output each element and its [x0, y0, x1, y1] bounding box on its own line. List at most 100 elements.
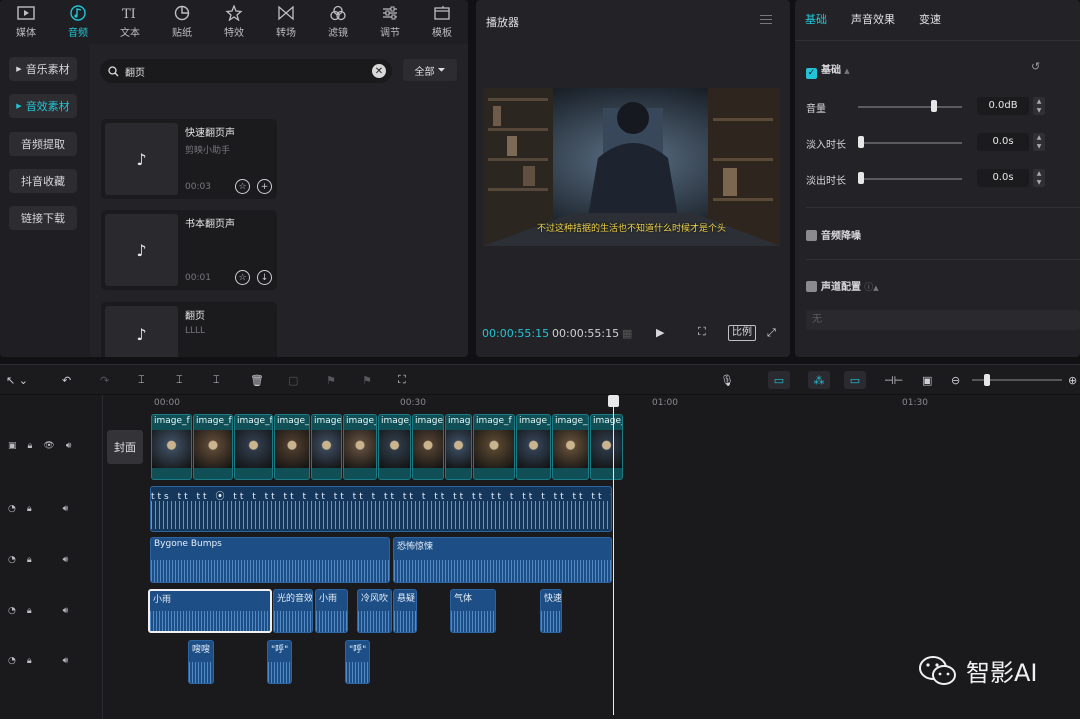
- select-tool-icon[interactable]: ↖ ⌄: [6, 371, 28, 389]
- list-item[interactable]: ♪ 书本翻页声 00:01 ☆ ↓: [101, 210, 277, 290]
- volume-stepper[interactable]: ▲ ▼: [1033, 97, 1045, 115]
- video-clip[interactable]: image_f: [151, 414, 192, 480]
- favorite-star-icon[interactable]: ☆: [235, 270, 250, 285]
- category-douyin[interactable]: 抖音收藏: [9, 169, 77, 193]
- tts-track-clips[interactable]: tts tt tt ⦿ tt t tt tt t tt tt tt t tt t…: [150, 486, 612, 532]
- fade-in-slider[interactable]: [858, 142, 962, 144]
- split-left-icon[interactable]: ⌶: [176, 371, 183, 389]
- category-music[interactable]: ▶ 音乐素材: [9, 57, 77, 81]
- video-clip[interactable]: image_f: [590, 414, 623, 480]
- sfx-clip[interactable]: 小雨: [148, 589, 272, 633]
- speaker-icon[interactable]: 🔊︎: [63, 504, 69, 514]
- help-icon[interactable]: ⓘ: [864, 283, 873, 293]
- lock-icon[interactable]: 🔒︎: [27, 555, 32, 565]
- fade-in-input[interactable]: 0.0s: [977, 133, 1029, 151]
- voice-clip[interactable]: 嗖嗖: [188, 640, 214, 684]
- auto-snap-icon[interactable]: ⁂: [808, 371, 830, 389]
- marker-icon[interactable]: ⚑: [326, 371, 336, 389]
- lock-icon[interactable]: 🔒︎: [27, 504, 32, 514]
- fade-out-slider-handle[interactable]: [858, 172, 864, 184]
- download-icon[interactable]: ↓: [257, 270, 272, 285]
- fade-in-slider-handle[interactable]: [858, 136, 864, 148]
- voice-clip[interactable]: "呼": [267, 640, 292, 684]
- tab-sound-effects[interactable]: 声音效果: [851, 0, 895, 40]
- reset-icon[interactable]: ↺: [1031, 60, 1040, 73]
- voice-clip[interactable]: "呼": [345, 640, 370, 684]
- expand-icon[interactable]: ⤢: [767, 326, 776, 340]
- split-right-icon[interactable]: ⌶: [213, 371, 220, 389]
- speaker-icon[interactable]: 🔊︎: [66, 441, 72, 451]
- undo-icon[interactable]: ↶: [62, 371, 71, 389]
- tab-audio[interactable]: 音频: [52, 0, 104, 44]
- add-icon[interactable]: +: [257, 179, 272, 194]
- zoom-in-icon[interactable]: ⊕: [1068, 371, 1077, 389]
- microphone-icon[interactable]: 🎙︎: [720, 371, 734, 389]
- play-button[interactable]: ▶: [656, 326, 664, 339]
- fade-in-stepper[interactable]: ▲ ▼: [1033, 133, 1045, 151]
- video-clip[interactable]: image_f: [552, 414, 589, 480]
- tab-transition[interactable]: 转场: [260, 0, 312, 44]
- zoom-out-icon[interactable]: ⊖: [951, 371, 960, 389]
- check-icon[interactable]: ✓: [806, 68, 817, 79]
- menu-icon[interactable]: [760, 15, 772, 24]
- checkbox[interactable]: [806, 281, 817, 292]
- tab-filter[interactable]: 滤镜: [312, 0, 364, 44]
- preview-icon[interactable]: ▣: [922, 371, 932, 389]
- filter-button[interactable]: 全部 ⏷: [403, 59, 457, 81]
- video-clip[interactable]: image_f: [516, 414, 551, 480]
- speaker-icon[interactable]: 🔊︎: [63, 606, 69, 616]
- speaker-icon[interactable]: 🔊︎: [63, 555, 69, 565]
- ratio-button[interactable]: 比例: [728, 325, 756, 341]
- category-sfx[interactable]: ▶ 音效素材: [9, 94, 77, 118]
- list-item[interactable]: ♪ 快速翻页声 剪映小助手 00:03 ☆ +: [101, 119, 277, 199]
- tab-adjust[interactable]: 调节: [364, 0, 416, 44]
- volume-input[interactable]: 0.0dB: [977, 97, 1029, 115]
- video-clip[interactable]: image_f: [445, 414, 472, 480]
- category-extract[interactable]: 音频提取: [9, 132, 77, 156]
- clear-search-icon[interactable]: ✕: [372, 64, 386, 78]
- video-clip[interactable]: image_f: [274, 414, 310, 480]
- marker-icon[interactable]: ⚑: [362, 371, 372, 389]
- list-item[interactable]: ♪ 翻页 LLLL: [101, 302, 277, 357]
- crop-icon[interactable]: ⛶: [398, 371, 406, 389]
- sfx-clip[interactable]: 小雨: [315, 589, 348, 633]
- channel-toggle[interactable]: 声道配置 ⓘ▲: [806, 278, 879, 293]
- video-clip[interactable]: image_f: [311, 414, 342, 480]
- music-clip-horror[interactable]: 恐怖惊悚: [393, 537, 612, 583]
- sfx-clip[interactable]: 悬疑: [393, 589, 417, 633]
- volume-slider[interactable]: [858, 106, 962, 108]
- preview-axis-icon[interactable]: ⊣⊢: [884, 371, 903, 389]
- channel-select[interactable]: 无: [806, 310, 1080, 330]
- tab-text[interactable]: TI 文本: [104, 0, 156, 44]
- favorite-star-icon[interactable]: ☆: [235, 179, 250, 194]
- fade-out-input[interactable]: 0.0s: [977, 169, 1029, 187]
- checkbox[interactable]: [806, 230, 817, 241]
- cover-button[interactable]: 封面: [107, 430, 143, 464]
- volume-slider-handle[interactable]: [931, 100, 937, 112]
- fade-out-slider[interactable]: [858, 178, 962, 180]
- tab-speed[interactable]: 变速: [919, 0, 941, 40]
- tab-basic[interactable]: 基础: [805, 0, 827, 40]
- playhead[interactable]: [608, 395, 619, 715]
- speaker-icon[interactable]: 🔊︎: [63, 656, 69, 666]
- tab-template[interactable]: 模板: [416, 0, 468, 44]
- video-clip[interactable]: image_f: [473, 414, 515, 480]
- sfx-clip[interactable]: 光的音效: [273, 589, 313, 633]
- video-clip[interactable]: image_f: [234, 414, 273, 480]
- denoise-toggle[interactable]: 音频降噪: [806, 227, 861, 242]
- category-link[interactable]: 链接下载: [9, 206, 77, 230]
- grid-icon[interactable]: ▦: [622, 327, 632, 340]
- delete-icon[interactable]: 🗑︎: [250, 371, 264, 389]
- main-track-magnet-icon[interactable]: ▭: [768, 371, 790, 389]
- video-clip[interactable]: image_f: [343, 414, 377, 480]
- tab-media[interactable]: 媒体: [0, 0, 52, 44]
- tab-sticker[interactable]: 贴纸: [156, 0, 208, 44]
- sfx-clip[interactable]: 气体: [450, 589, 496, 633]
- video-clip[interactable]: image_f: [193, 414, 233, 480]
- lock-icon[interactable]: 🔒︎: [27, 606, 32, 616]
- zoom-slider-handle[interactable]: [984, 374, 990, 386]
- video-preview[interactable]: 不过这种拮据的生活也不知道什么时候才是个头: [483, 88, 780, 246]
- lock-icon[interactable]: 🔒︎: [28, 441, 33, 451]
- music-clip-bygone[interactable]: Bygone Bumps: [150, 537, 390, 583]
- search-input[interactable]: [125, 65, 355, 77]
